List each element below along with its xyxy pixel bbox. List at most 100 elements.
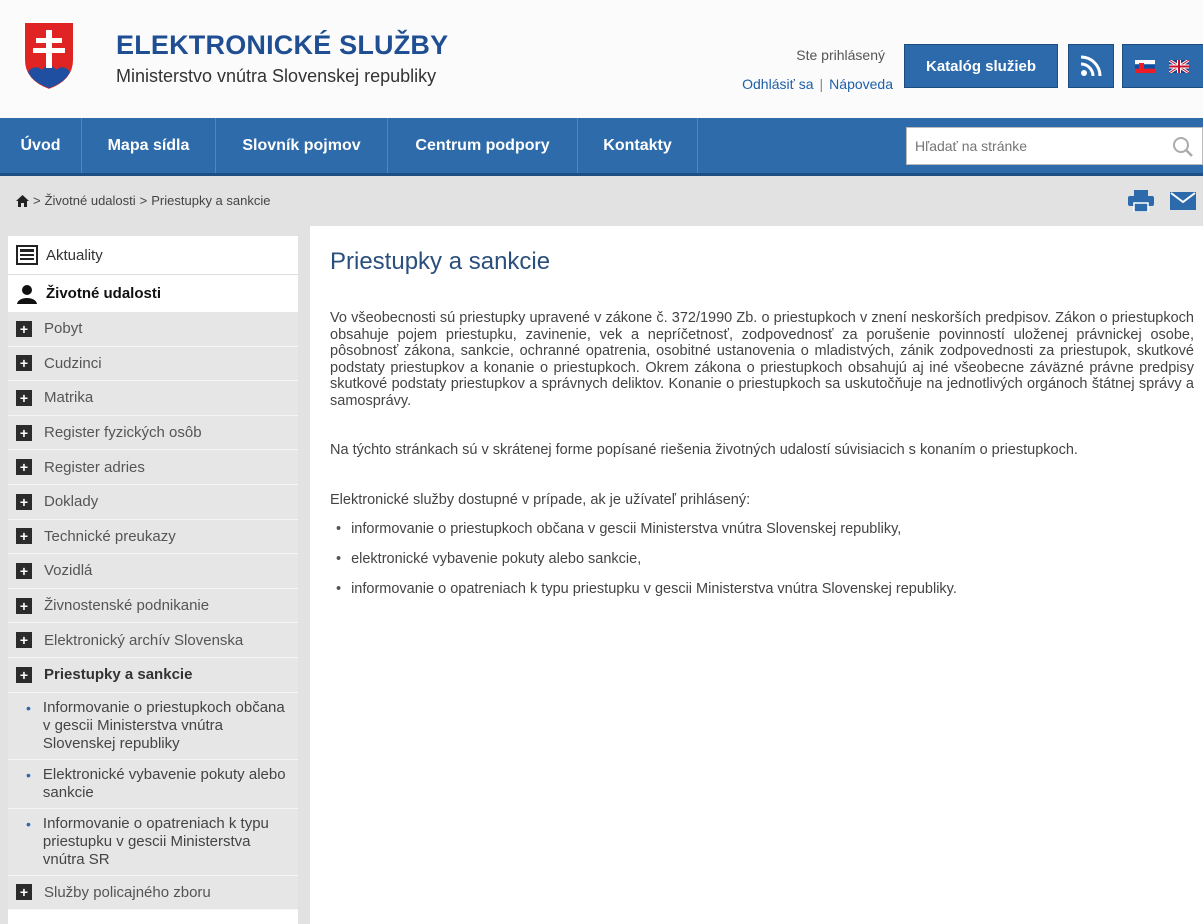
plus-icon: +	[16, 562, 32, 579]
sidebar-item-life-events[interactable]: Životné udalosti	[8, 274, 298, 312]
plus-icon: +	[16, 424, 32, 441]
sidebar-subitem-label: Informovanie o opatreniach k typu priest…	[42, 814, 269, 868]
intro-paragraph: Vo všeobecnosti sú priestupky upravené v…	[330, 310, 1194, 409]
plus-icon: +	[16, 493, 32, 510]
sidebar-item-label: Matrika	[44, 389, 94, 407]
sidebar-item-label: Register adries	[44, 458, 145, 476]
sidebar-item-label: Vozidlá	[44, 562, 93, 580]
slovak-flag-icon[interactable]	[1135, 59, 1155, 73]
bullet: •	[26, 699, 31, 716]
nav-site-map[interactable]: Mapa sídla	[82, 118, 216, 173]
bullet: •	[26, 766, 31, 783]
english-flag-icon[interactable]	[1169, 59, 1189, 73]
link-separator: |	[819, 76, 824, 92]
rss-icon	[1080, 55, 1102, 77]
sidebar: Aktuality Životné udalosti + Pobyt + Cudzi…	[8, 236, 298, 924]
rss-button[interactable]	[1068, 44, 1114, 88]
main-content: Priestupky a sankcie Vo všeobecnosti sú …	[310, 236, 1203, 924]
plus-icon: +	[16, 320, 32, 337]
sidebar-item-label: Živnostenské podnikanie	[44, 597, 210, 615]
sidebar-item-label: Technické preukazy	[44, 527, 176, 545]
print-icon[interactable]	[1128, 190, 1154, 212]
sidebar-subitem-measures-info[interactable]: • Informovanie o opatreniach k typu pries…	[8, 808, 298, 876]
sidebar-item-vehicles[interactable]: + Vozidlá	[8, 554, 298, 589]
search-box	[906, 127, 1203, 165]
list-item-text: informovanie o opatreniach k typu priest…	[351, 580, 957, 597]
breadcrumb-life-events[interactable]: Životné udalosti	[45, 193, 136, 208]
login-status: Ste prihlásený	[796, 47, 885, 63]
sidebar-subitem-label: Elektronické vybavenie pokuty alebo sank…	[42, 765, 286, 801]
bullet: •	[336, 520, 342, 537]
sidebar-item-label: Služby policajného zboru	[44, 883, 211, 901]
nav-glossary[interactable]: Slovník pojmov	[216, 118, 388, 173]
sidebar-item-stay[interactable]: + Pobyt	[8, 312, 298, 347]
sidebar-item-label: Cudzinci	[44, 354, 102, 372]
sidebar-item-documents[interactable]: + Doklady	[8, 484, 298, 520]
home-icon[interactable]	[16, 194, 29, 207]
search-input[interactable]	[907, 128, 1147, 164]
summary-paragraph: Na týchto stránkach sú v skrátenej forme…	[330, 441, 1078, 458]
sidebar-subitem-fine-payment[interactable]: • Elektronické vybavenie pokuty alebo san…	[8, 759, 298, 809]
sidebar-item-label: Priestupky a sankcie	[44, 666, 193, 684]
sidebar-item-police-services[interactable]: + Služby policajného zboru	[8, 875, 298, 911]
sidebar-subitem-label: Informovanie o priestupkoch občana v ges…	[42, 698, 285, 752]
list-item-text: informovanie o priestupkoch občana v ges…	[351, 520, 902, 537]
search-icon[interactable]	[1172, 136, 1194, 158]
sidebar-item-electronic-archive[interactable]: + Elektronický archív Slovenska	[8, 623, 298, 658]
service-catalog-button[interactable]: Katalóg služieb	[904, 44, 1058, 88]
nav-contacts[interactable]: Kontakty	[578, 118, 698, 173]
site-title[interactable]: ELEKTRONICKÉ SLUŽBY	[116, 30, 448, 61]
sidebar-item-label: Pobyt	[44, 320, 83, 338]
breadcrumb-separator: >	[33, 193, 41, 208]
services-list: • informovanie o priestupkoch občana v ge…	[330, 521, 1203, 597]
plus-icon: +	[16, 528, 32, 545]
bullet: •	[336, 580, 342, 597]
list-item: • elektronické vybavenie pokuty alebo san…	[330, 551, 1203, 567]
page-title: Priestupky a sankcie	[330, 248, 551, 275]
plus-icon: +	[16, 389, 32, 406]
list-item: • informovanie o opatreniach k typu pries…	[330, 581, 1203, 597]
sidebar-item-label: Elektronický archív Slovenska	[44, 631, 244, 649]
sidebar-item-registry[interactable]: + Matrika	[8, 381, 298, 416]
plus-icon: +	[16, 459, 32, 476]
main-navigation: Úvod Mapa sídla Slovník pojmov Centrum p…	[0, 118, 1203, 176]
language-switcher[interactable]	[1122, 44, 1203, 88]
plus-icon: +	[16, 884, 32, 901]
sidebar-item-label: Register fyzických osôb	[44, 424, 202, 442]
sidebar-item-address-register[interactable]: + Register adries	[8, 450, 298, 485]
breadcrumb: > Životné udalosti > Priestupky a sankci…	[16, 193, 270, 208]
sidebar-item-label: Aktuality	[46, 246, 103, 264]
breadcrumb-separator: >	[139, 193, 148, 208]
plus-icon: +	[16, 632, 32, 649]
plus-icon: +	[16, 597, 32, 614]
header: ELEKTRONICKÉ SLUŽBY Ministerstvo vnútra …	[0, 0, 1203, 118]
news-icon	[16, 245, 38, 265]
sidebar-item-person-register[interactable]: + Register fyzických osôb	[8, 415, 298, 451]
help-link[interactable]: Nápoveda	[829, 76, 893, 92]
list-item: • informovanie o priestupkoch občana v ge…	[330, 521, 1203, 537]
sidebar-item-label: Životné udalosti	[46, 285, 162, 302]
sidebar-subitem-offense-info[interactable]: • Informovanie o priestupkoch občana v ge…	[8, 692, 298, 760]
sidebar-item-news[interactable]: Aktuality	[8, 236, 298, 274]
breadcrumb-bar: > Životné udalosti > Priestupky a sankci…	[0, 176, 1203, 226]
sidebar-item-technical-licenses[interactable]: + Technické preukazy	[8, 519, 298, 555]
logout-link[interactable]: Odhlásiť sa	[742, 76, 813, 92]
site-subtitle: Ministerstvo vnútra Slovenskej republiky	[116, 66, 437, 86]
sidebar-item-label: Doklady	[44, 493, 99, 511]
bullet: •	[336, 550, 342, 567]
nav-home[interactable]: Úvod	[0, 118, 82, 173]
breadcrumb-current: Priestupky a sankcie	[151, 193, 271, 208]
nav-support-center[interactable]: Centrum podpory	[388, 118, 578, 173]
plus-icon: +	[16, 355, 32, 372]
coat-of-arms-logo[interactable]	[22, 20, 76, 92]
person-icon	[17, 284, 37, 304]
sidebar-item-trade-business[interactable]: + Živnostenské podnikanie	[8, 588, 298, 624]
login-links: Odhlásiť sa | Nápoveda	[742, 76, 893, 92]
list-item-text: elektronické vybavenie pokuty alebo sank…	[351, 550, 642, 567]
services-intro: Elektronické služby dostupné v prípade, …	[330, 492, 751, 509]
bullet: •	[26, 815, 31, 832]
sidebar-item-foreigners[interactable]: + Cudzinci	[8, 346, 298, 382]
mail-icon[interactable]	[1170, 192, 1196, 210]
plus-icon: +	[16, 666, 32, 683]
sidebar-item-offenses[interactable]: + Priestupky a sankcie	[8, 657, 298, 693]
